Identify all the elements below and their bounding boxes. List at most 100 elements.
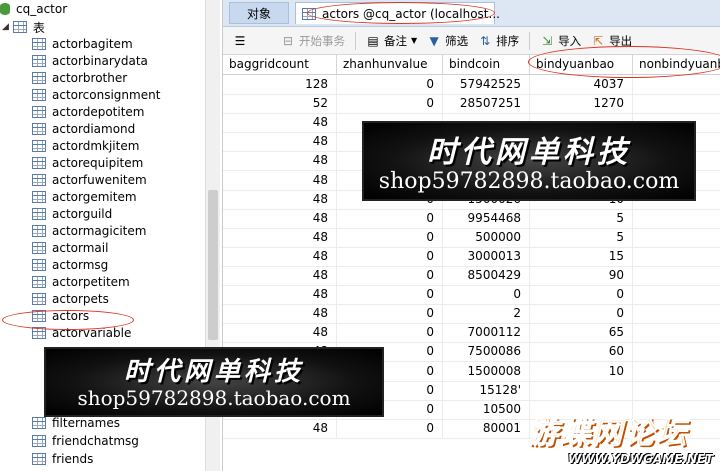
tree-item-table[interactable]: actorbinarydata [32, 52, 148, 70]
export-button[interactable]: ⇱ 导出 [591, 33, 632, 49]
table-cell[interactable]: 7000112 [443, 323, 530, 343]
table-cell[interactable]: 2 [443, 304, 530, 324]
table-cell[interactable]: 0 [530, 285, 633, 305]
table-cell[interactable]: 5 [530, 208, 633, 228]
tree-item-table[interactable]: actorguild [32, 205, 112, 223]
tree-item-table[interactable]: actorbrother [32, 69, 127, 87]
table-row[interactable]: 48 0 9954468 5 [223, 208, 720, 229]
tree-item-table[interactable]: actorvariable [32, 324, 131, 342]
tree-db-node[interactable]: cq_actor [0, 0, 67, 18]
table-cell[interactable]: 0 [443, 285, 530, 305]
table-cell[interactable] [633, 285, 720, 304]
menu-button[interactable]: ☰ [233, 34, 251, 48]
table-cell[interactable] [633, 94, 720, 113]
table-cell[interactable] [633, 228, 720, 247]
table-cell[interactable]: 5 [530, 227, 633, 247]
column-header[interactable]: bindyuanbao [530, 55, 633, 74]
table-cell[interactable] [633, 362, 720, 381]
table-cell[interactable]: 48 [223, 246, 337, 266]
tab-actors-table[interactable]: actors @cq_actor (localhost... [295, 2, 500, 24]
tree-item-table[interactable]: actormagicitem [32, 222, 146, 240]
table-cell[interactable]: 10500 [443, 399, 530, 419]
import-button[interactable]: ⇲ 导入 [540, 33, 581, 49]
table-cell[interactable] [633, 304, 720, 323]
table-cell[interactable]: 15 [530, 246, 633, 266]
table-cell[interactable]: 3000013 [443, 246, 530, 266]
tree-item-table[interactable]: actorgemitem [32, 188, 137, 206]
table-cell[interactable]: 0 [337, 246, 443, 266]
table-cell[interactable]: 48 [223, 285, 337, 305]
table-row[interactable]: 48 0 500000 5 [223, 227, 720, 248]
table-cell[interactable]: 0 [337, 227, 443, 247]
table-cell[interactable]: 1500008 [443, 361, 530, 381]
tree-item-table[interactable]: actormail [32, 239, 108, 257]
table-cell[interactable]: 128 [223, 75, 337, 94]
tree-item-table[interactable]: actorconsignment [32, 86, 160, 104]
dropdown-arrow-icon[interactable]: ▼ [411, 36, 417, 45]
tree-item-table[interactable]: actordmkjitem [32, 137, 139, 155]
tree-item-table[interactable]: friendchatmsg [32, 432, 139, 450]
table-cell[interactable]: 0 [337, 266, 443, 285]
table-cell[interactable]: 65 [530, 323, 633, 343]
begin-transaction-button[interactable]: ⊟ 开始事务 [281, 33, 345, 49]
table-row[interactable]: 52 0 28507251 1270 [223, 94, 720, 115]
table-cell[interactable]: 48 [223, 189, 337, 209]
table-cell[interactable] [530, 380, 633, 400]
table-cell[interactable]: 0 [337, 323, 443, 343]
table-cell[interactable] [633, 209, 720, 228]
column-header[interactable]: bindcoin [443, 55, 530, 74]
table-cell[interactable]: 0 [337, 94, 443, 114]
sort-button[interactable]: ⇅ 排序 [478, 33, 519, 49]
tab-objects[interactable]: 对象 [229, 2, 289, 24]
table-cell[interactable] [633, 247, 720, 266]
tree-tables-node[interactable]: ◢ 表 [2, 18, 45, 36]
table-cell[interactable]: 0 [337, 75, 443, 94]
table-cell[interactable] [633, 342, 720, 361]
table-cell[interactable]: 0 [337, 208, 443, 228]
table-cell[interactable]: 28507251 [443, 94, 530, 114]
column-header[interactable]: nonbindyuanb [633, 55, 720, 74]
filter-button[interactable]: ▼ 筛选 [427, 33, 469, 49]
table-cell[interactable]: 8500429 [443, 266, 530, 285]
tree-item-table[interactable]: actordepotitem [32, 103, 145, 121]
table-cell[interactable]: 52 [223, 94, 337, 114]
tree-item-table[interactable]: actorfuwenitem [32, 171, 147, 189]
table-row[interactable]: 48 0 3000013 15 [223, 246, 720, 267]
tree-item-table[interactable]: actorequipitem [32, 154, 143, 172]
column-header[interactable]: zhanhunvalue [337, 55, 443, 74]
tree-item-table[interactable]: actors [32, 307, 89, 325]
table-cell[interactable]: 48 [223, 208, 337, 228]
table-cell[interactable]: 1270 [530, 94, 633, 114]
table-cell[interactable]: 57942525 [443, 75, 530, 94]
tree-item-table[interactable]: actorpetitem [32, 273, 130, 291]
table-cell[interactable]: 60 [530, 342, 633, 362]
table-cell[interactable]: 48 [223, 113, 337, 133]
table-cell[interactable]: 48 [223, 266, 337, 285]
table-row[interactable]: 48 0 2 0 [223, 304, 720, 325]
table-cell[interactable]: 10 [530, 361, 633, 381]
table-cell[interactable] [633, 266, 720, 285]
table-cell[interactable]: 48 [223, 304, 337, 324]
tree-item-table[interactable]: actormsg [32, 256, 108, 274]
table-cell[interactable]: 48 [223, 170, 337, 190]
tree-item-table[interactable]: actordiamond [32, 120, 135, 138]
table-row[interactable]: 48 0 7000112 65 [223, 323, 720, 344]
table-cell[interactable]: 9 [633, 381, 720, 400]
tree-item-table[interactable]: actorpets [32, 290, 109, 308]
table-cell[interactable]: 48 [223, 323, 337, 343]
table-cell[interactable]: 48 [223, 132, 337, 152]
table-cell[interactable]: 0 [337, 285, 443, 305]
table-cell[interactable] [633, 323, 720, 342]
tree-item-table[interactable]: actorbagitem [32, 35, 133, 53]
table-row[interactable]: 12805794252540371 [223, 75, 720, 95]
tree-item-table[interactable]: friends [32, 450, 93, 468]
table-cell[interactable]: 48 [223, 418, 337, 438]
table-cell[interactable]: 48 [223, 227, 337, 247]
table-cell[interactable]: 90 [530, 266, 633, 285]
table-cell[interactable]: 0 [337, 304, 443, 324]
table-cell[interactable]: 80001 [443, 418, 530, 438]
table-cell[interactable]: 9954468 [443, 208, 530, 228]
note-button[interactable]: ▤ 备注 ▼ [366, 33, 417, 49]
table-cell[interactable]: 0 [337, 418, 443, 438]
table-cell[interactable]: 7500086 [443, 342, 530, 362]
